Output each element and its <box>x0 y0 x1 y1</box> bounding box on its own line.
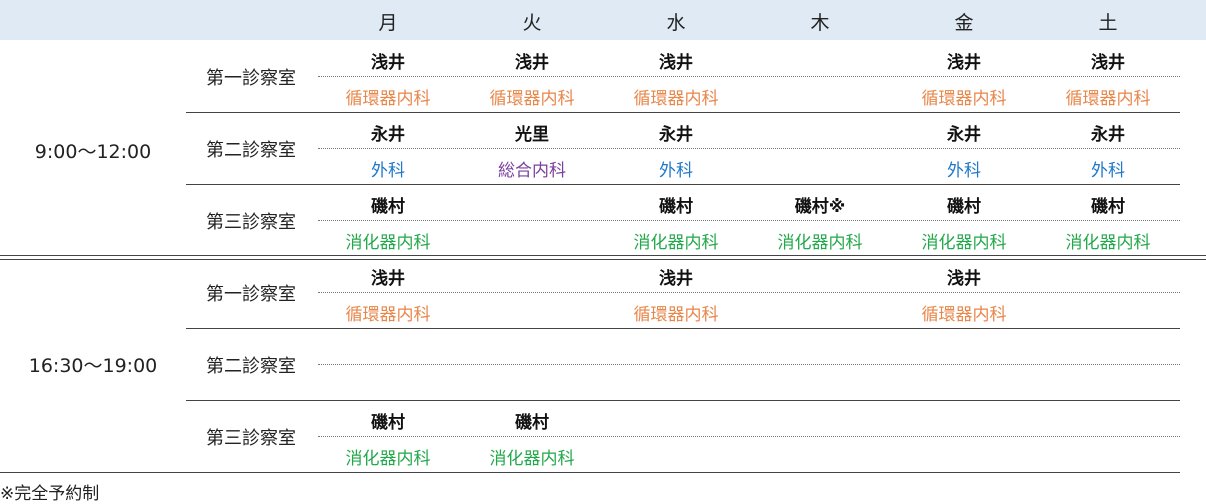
row-divider <box>186 112 1180 113</box>
row-divider <box>186 184 1180 185</box>
doctor-name: 磯村 <box>1091 197 1125 217</box>
doctor-name: 浅井 <box>371 53 405 73</box>
table-bottom-border <box>0 472 1180 473</box>
department-label: 外科 <box>1091 161 1125 181</box>
doctor-name: 磯村※ <box>794 197 846 217</box>
doctor-name: 浅井 <box>659 53 693 73</box>
row-divider-dotted <box>318 148 1180 149</box>
day-header-1: 月 <box>378 12 398 34</box>
department-label: 外科 <box>947 161 981 181</box>
department-label: 消化器内科 <box>345 449 431 469</box>
department-label: 消化器内科 <box>777 233 863 253</box>
row-divider <box>186 400 1180 401</box>
doctor-name: 磯村 <box>371 197 405 217</box>
doctor-name: 永井 <box>659 125 693 145</box>
department-label: 循環器内科 <box>489 89 575 109</box>
time-slot-label: 16:30〜19:00 <box>28 355 158 377</box>
row-divider-dotted <box>318 436 1180 437</box>
doctor-name: 磯村 <box>371 413 405 433</box>
doctor-name: 浅井 <box>371 269 405 289</box>
department-label: 消化器内科 <box>489 449 575 469</box>
time-slot-label: 9:00〜12:00 <box>34 141 152 163</box>
doctor-name: 光里 <box>515 125 549 145</box>
department-label: 消化器内科 <box>345 233 431 253</box>
doctor-name: 磯村 <box>947 197 981 217</box>
row-divider <box>186 328 1180 329</box>
room-label: 第一診察室 <box>206 284 296 305</box>
department-label: 循環器内科 <box>633 305 719 325</box>
department-label: 外科 <box>659 161 693 181</box>
day-header-6: 土 <box>1098 12 1118 34</box>
room-label: 第三診察室 <box>206 212 296 233</box>
doctor-name: 永井 <box>947 125 981 145</box>
department-label: 循環器内科 <box>921 305 1007 325</box>
department-label: 総合内科 <box>498 161 566 181</box>
doctor-name: 浅井 <box>947 53 981 73</box>
slot-separator <box>0 255 1206 260</box>
footnote: ※完全予約制 <box>0 484 100 504</box>
doctor-name: 永井 <box>1091 125 1125 145</box>
doctor-name: 永井 <box>371 125 405 145</box>
day-header-5: 金 <box>954 12 974 34</box>
department-label: 外科 <box>371 161 405 181</box>
row-divider-dotted <box>318 220 1180 221</box>
department-label: 循環器内科 <box>633 89 719 109</box>
row-divider-dotted <box>318 364 1180 365</box>
doctor-name: 浅井 <box>659 269 693 289</box>
doctor-name: 浅井 <box>1091 53 1125 73</box>
day-header-row <box>0 0 1206 40</box>
day-header-4: 木 <box>810 12 830 34</box>
department-label: 循環器内科 <box>921 89 1007 109</box>
doctor-name: 磯村 <box>659 197 693 217</box>
department-label: 循環器内科 <box>345 305 431 325</box>
doctor-name: 浅井 <box>515 53 549 73</box>
day-header-3: 水 <box>666 12 686 34</box>
doctor-name: 磯村 <box>515 413 549 433</box>
row-divider-dotted <box>318 76 1180 77</box>
room-label: 第二診察室 <box>206 356 296 377</box>
doctor-name: 浅井 <box>947 269 981 289</box>
day-header-2: 火 <box>522 12 542 34</box>
department-label: 循環器内科 <box>1065 89 1151 109</box>
row-divider-dotted <box>318 292 1180 293</box>
department-label: 循環器内科 <box>345 89 431 109</box>
room-label: 第一診察室 <box>206 68 296 89</box>
department-label: 消化器内科 <box>633 233 719 253</box>
room-label: 第三診察室 <box>206 428 296 449</box>
department-label: 消化器内科 <box>1065 233 1151 253</box>
room-label: 第二診察室 <box>206 140 296 161</box>
department-label: 消化器内科 <box>921 233 1007 253</box>
